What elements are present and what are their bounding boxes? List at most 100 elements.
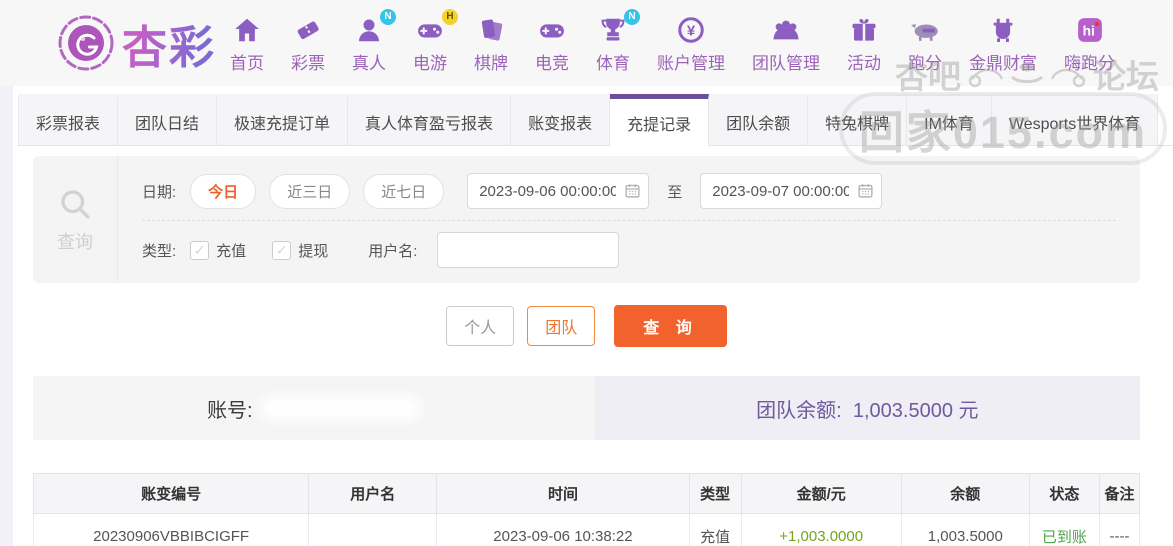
col-username: 用户名 (308, 473, 438, 514)
cell-status: 已到账 (1028, 513, 1100, 546)
nav-item-home[interactable]: 首页 (230, 13, 264, 74)
cell-change-id: 20230906VBBIBCIGFF (32, 513, 310, 546)
cell-remark: ---- (1098, 513, 1141, 546)
nav-item-paofen[interactable]: 跑分 (908, 13, 942, 74)
col-time: 时间 (436, 473, 690, 514)
team-balance-value: 1,003.5000 (852, 399, 953, 422)
nav-badge: H (442, 8, 459, 25)
top-nav: 杏彩 首页 彩票 N 真人 H 电游 棋牌 电竞 N 体育 ¥ 账户管理 团队管… (0, 0, 1173, 86)
nav-item-live[interactable]: N 真人 (352, 8, 397, 74)
ding-cauldron-icon (988, 13, 1018, 47)
tab-fast-orders[interactable]: 极速充提订单 (217, 94, 349, 145)
nav-item-egames[interactable]: H 电游 (413, 8, 459, 74)
nav-items: 首页 彩票 N 真人 H 电游 棋牌 电竞 N 体育 ¥ 账户管理 团队管理 活… (230, 8, 1115, 74)
filter-divider (142, 220, 1116, 221)
report-tabs: 彩票报表 团队日结 极速充提订单 真人体育盈亏报表 账变报表 充提记录 团队余额… (18, 94, 1173, 146)
col-status: 状态 (1028, 473, 1100, 514)
svg-text:¥: ¥ (687, 22, 696, 39)
account-label: 账号: (207, 399, 253, 422)
team-button[interactable]: 团队 (527, 306, 596, 346)
filter-search-label: 查询 (57, 231, 93, 252)
cell-time: 2023-09-06 10:38:22 (436, 513, 690, 546)
col-remark: 备注 (1098, 473, 1141, 514)
nav-item-esports[interactable]: 电竞 (535, 13, 569, 74)
table-header-row: 账变编号 用户名 时间 类型 金额/元 余额 状态 备注 (32, 473, 1141, 514)
nav-item-team-mgmt[interactable]: 团队管理 (752, 13, 820, 74)
date-from-input[interactable] (467, 173, 650, 209)
brand-logo[interactable]: 杏彩 (56, 11, 216, 76)
nav-item-account-mgmt[interactable]: ¥ 账户管理 (657, 13, 725, 74)
nav-item-jinding[interactable]: 金鼎财富 (969, 13, 1037, 74)
svg-text:hi: hi (1082, 23, 1094, 38)
home-icon (232, 13, 262, 47)
col-amount: 金额/元 (740, 473, 902, 514)
tab-team-balance[interactable]: 团队余额 (709, 94, 809, 145)
team-balance-text: 团队余额: 1,003.5000 元 (756, 399, 979, 422)
username-redacted (327, 525, 418, 543)
brand-name: 杏彩 (122, 11, 216, 76)
col-change-id: 账变编号 (32, 473, 310, 514)
tab-account-change[interactable]: 账变报表 (511, 94, 611, 145)
tab-deposit-withdraw-records[interactable]: 充提记录 (610, 94, 710, 146)
tab-im-sports[interactable]: IM体育 (907, 94, 992, 145)
withdraw-checkbox-label: 提现 (298, 242, 329, 260)
tab-team-daily[interactable]: 团队日结 (118, 94, 218, 145)
username-input[interactable] (437, 232, 620, 268)
action-buttons: 个人 团队 查 询 (0, 305, 1173, 347)
ticket-icon (293, 13, 323, 47)
date-to-input[interactable] (700, 173, 883, 209)
cell-username (308, 513, 438, 546)
date-to-wrapper (700, 173, 883, 209)
type-filter-row: 类型: 充值 提现 用户名: (142, 227, 1116, 273)
nav-item-hipaofen[interactable]: hi 嗨跑分 (1064, 13, 1115, 74)
query-button[interactable]: 查 询 (614, 305, 727, 347)
date-from-wrapper (467, 173, 650, 209)
deposit-checkbox-label: 充值 (216, 242, 247, 260)
preset-7days-button[interactable]: 近七日 (363, 173, 445, 209)
filter-search-zone: 查询 (33, 156, 118, 283)
account-section: 账号: (33, 376, 595, 440)
trophy-icon: N (598, 8, 641, 47)
flower-emblem-icon (56, 13, 116, 73)
gamepad-icon: H (414, 8, 459, 47)
table-row: 20230906VBBIBCIGFF 2023-09-06 10:38:22 充… (32, 513, 1141, 546)
nav-item-activity[interactable]: 活动 (847, 13, 881, 74)
coin-yuan-icon: ¥ (676, 13, 706, 47)
filter-form: 日期: 今日 近三日 近七日 至 (118, 156, 1140, 283)
search-icon (57, 186, 93, 222)
preset-today-button[interactable]: 今日 (190, 173, 257, 209)
date-label: 日期: (142, 183, 177, 201)
personal-button[interactable]: 个人 (446, 306, 515, 346)
preset-3days-button[interactable]: 近三日 (269, 173, 351, 209)
team-people-icon (770, 13, 802, 47)
left-strip (0, 86, 13, 546)
nav-badge: N (624, 8, 641, 25)
cell-balance: 1,003.5000 (900, 513, 1030, 546)
type-label: 类型: (142, 242, 177, 260)
page: 杏彩 首页 彩票 N 真人 H 电游 棋牌 电竞 N 体育 ¥ 账户管理 团队管… (0, 0, 1173, 546)
nav-badge: N (380, 8, 397, 25)
col-balance: 余额 (900, 473, 1030, 514)
username-label: 用户名: (368, 242, 418, 260)
nav-item-sports[interactable]: N 体育 (596, 8, 641, 74)
calendar-icon[interactable] (624, 182, 641, 199)
filter-panel: 查询 日期: 今日 近三日 近七日 至 (33, 156, 1140, 283)
records-table: 账变编号 用户名 时间 类型 金额/元 余额 状态 备注 20230906VBB… (32, 473, 1141, 546)
withdraw-checkbox[interactable] (272, 240, 292, 260)
nav-item-lottery[interactable]: 彩票 (291, 13, 325, 74)
tab-lottery-report[interactable]: 彩票报表 (18, 94, 119, 145)
account-value-redacted (260, 395, 421, 421)
tab-tetu-cards[interactable]: 特兔棋牌 (808, 94, 908, 145)
cell-amount: +1,003.0000 (740, 513, 902, 546)
date-range-to-label: 至 (667, 183, 683, 201)
date-filter-row: 日期: 今日 近三日 近七日 至 (142, 168, 1116, 214)
tab-live-sports-pl[interactable]: 真人体育盈亏报表 (348, 94, 512, 145)
tab-wesports[interactable]: Wesports世界体育 (991, 94, 1159, 145)
cards-icon (476, 13, 506, 47)
calendar-icon[interactable] (857, 182, 874, 199)
summary-bar: 账号: 团队余额: 1,003.5000 元 (33, 376, 1140, 440)
gift-icon (849, 13, 879, 47)
nav-item-cards[interactable]: 棋牌 (474, 13, 508, 74)
hi-app-icon: hi (1075, 13, 1105, 47)
deposit-checkbox[interactable] (190, 240, 210, 260)
